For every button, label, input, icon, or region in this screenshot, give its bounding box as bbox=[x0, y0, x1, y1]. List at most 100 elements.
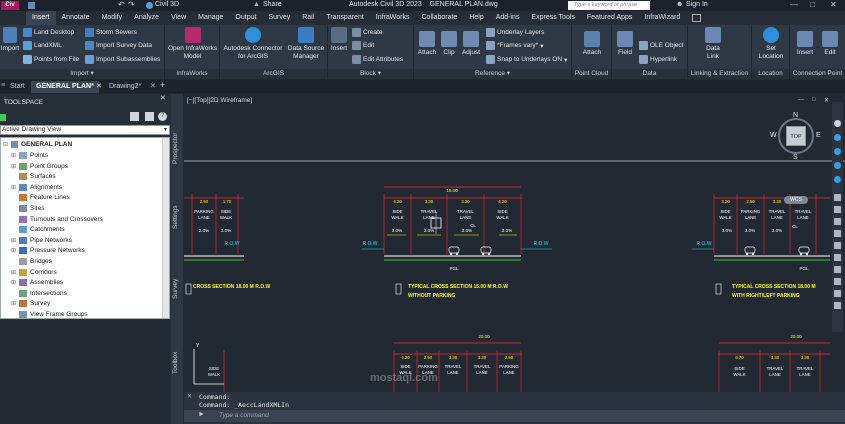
frames-vary-select[interactable]: *Frames vary* ▾ bbox=[486, 41, 543, 50]
connection-edit-button[interactable]: Edit bbox=[820, 31, 840, 57]
compass-west[interactable]: W bbox=[770, 132, 777, 139]
points-from-file-button[interactable]: Points from File bbox=[23, 55, 79, 64]
toolspace-toolbar-icon[interactable] bbox=[130, 112, 139, 121]
ole-object-button[interactable]: OLE Object bbox=[639, 41, 684, 50]
close-icon[interactable]: ✕ bbox=[830, 0, 837, 9]
set-location-button[interactable]: Set Location bbox=[754, 27, 788, 61]
nav-steering-wheel-icon[interactable] bbox=[834, 120, 841, 127]
tab-view[interactable]: View bbox=[165, 11, 192, 25]
toolspace-settings-icon[interactable] bbox=[145, 112, 154, 121]
tree-item-view-frame-groups[interactable]: View Frame Groups bbox=[11, 309, 88, 318]
tree-item-bridges[interactable]: Bridges bbox=[11, 256, 52, 267]
search-input[interactable]: Type a keyword or phrase bbox=[568, 1, 650, 10]
compass-east[interactable]: E bbox=[816, 132, 821, 139]
connection-insert-button[interactable]: Insert bbox=[794, 31, 816, 57]
tab-survey-side[interactable]: Survey bbox=[172, 279, 179, 299]
compass-north[interactable]: N bbox=[793, 112, 798, 119]
tab-analyze[interactable]: Analyze bbox=[128, 11, 165, 25]
toolspace-close-icon[interactable]: ✕ bbox=[160, 94, 166, 102]
maximize-icon[interactable]: □ bbox=[810, 0, 815, 9]
nav-tool-f-icon[interactable] bbox=[834, 254, 841, 261]
nav-tool-b-icon[interactable] bbox=[834, 206, 841, 213]
tab-add-ins[interactable]: Add-ins bbox=[490, 11, 526, 25]
undo-icon[interactable]: ↶ bbox=[118, 0, 125, 9]
nav-tool-g-icon[interactable] bbox=[834, 266, 841, 273]
viewport-close-icon[interactable]: ✕ bbox=[824, 97, 829, 104]
expand-icon[interactable]: ⊞ bbox=[11, 184, 19, 191]
tab-rail[interactable]: Rail bbox=[296, 11, 320, 25]
tree-item-points[interactable]: ⊞ Points bbox=[11, 150, 48, 161]
tree-item-surfaces[interactable]: Surfaces bbox=[11, 171, 56, 182]
nav-orbit-icon[interactable] bbox=[834, 162, 841, 169]
nav-showmotion-icon[interactable] bbox=[834, 176, 841, 183]
tab-featured-apps[interactable]: Featured Apps bbox=[581, 11, 639, 25]
adjust-button[interactable]: Adjust bbox=[460, 31, 482, 57]
command-close-icon[interactable]: ✕ bbox=[187, 393, 192, 400]
data-source-manager-button[interactable]: Data Source Manager bbox=[286, 27, 326, 61]
reference-panel-title[interactable]: Reference ▾ bbox=[414, 69, 571, 79]
tree-item-feature-lines[interactable]: Feature Lines bbox=[11, 192, 70, 203]
nav-tool-a-icon[interactable] bbox=[834, 194, 841, 201]
import-panel-title[interactable]: Import ▾ bbox=[0, 69, 164, 79]
tab-infraworks[interactable]: InfraWorks bbox=[370, 11, 416, 25]
sign-in-button[interactable]: Sign In bbox=[686, 1, 708, 8]
tab-settings[interactable]: Settings bbox=[172, 206, 179, 230]
expand-icon[interactable]: ⊞ bbox=[11, 279, 19, 286]
ribbon-toggle-icon[interactable] bbox=[692, 14, 702, 22]
nav-tool-i-icon[interactable] bbox=[834, 290, 841, 297]
underlay-layers-button[interactable]: Underlay Layers bbox=[486, 28, 544, 37]
save-icon[interactable] bbox=[28, 2, 35, 9]
storm-sewers-button[interactable]: Storm Sewers bbox=[85, 28, 137, 37]
tab-modify[interactable]: Modify bbox=[96, 11, 129, 25]
tab-prospector[interactable]: Prospector bbox=[172, 133, 179, 164]
tree-item-assemblies[interactable]: ⊞ Assemblies bbox=[11, 277, 63, 288]
tab-survey[interactable]: Survey bbox=[262, 11, 296, 25]
close-tab2-icon[interactable]: ✕ bbox=[150, 82, 156, 90]
expand-icon[interactable]: ⊞ bbox=[11, 300, 19, 307]
land-desktop-button[interactable]: Land Desktop bbox=[23, 28, 74, 37]
open-infraworks-model-button[interactable]: Open InfraWorks Model bbox=[167, 27, 218, 61]
tab-help[interactable]: Help bbox=[463, 11, 489, 25]
viewport-restore-icon[interactable]: □ bbox=[812, 97, 816, 103]
edit-attributes-button[interactable]: Edit Attributes bbox=[352, 55, 403, 64]
tree-item-intersections[interactable]: Intersections bbox=[11, 288, 67, 299]
tree-item-corridors[interactable]: ⊞ Corridors bbox=[11, 267, 57, 278]
import-survey-data-button[interactable]: Import Survey Data bbox=[85, 41, 152, 50]
app-logo[interactable]: Civ bbox=[1, 1, 19, 10]
import-subassemblies-button[interactable]: Import Subassemblies bbox=[85, 55, 160, 64]
tab-output[interactable]: Output bbox=[229, 11, 262, 25]
nav-tool-h-icon[interactable] bbox=[834, 278, 841, 285]
view-select[interactable]: Active Drawing View ▾ bbox=[0, 125, 170, 135]
expand-icon[interactable]: ⊞ bbox=[11, 163, 19, 170]
attach-point-cloud-button[interactable]: Attach bbox=[580, 31, 604, 57]
viewcube-top-face[interactable]: TOP bbox=[786, 126, 806, 146]
arcgis-connector-button[interactable]: Autodesk Connector for ArcGIS bbox=[222, 27, 284, 61]
expand-icon[interactable]: ⊞ bbox=[11, 269, 19, 276]
tree-item-alignments[interactable]: ⊞ Alignments bbox=[11, 182, 62, 193]
viewcube[interactable]: TOP N S W E WCS bbox=[770, 112, 821, 204]
insert-block-button[interactable]: Insert bbox=[328, 27, 350, 53]
tree-item-sites[interactable]: Sites bbox=[11, 203, 44, 214]
tab-toolbox[interactable]: Toolbox bbox=[172, 352, 179, 374]
tree-item-pipe-networks[interactable]: ⊞ Pipe Networks bbox=[11, 235, 72, 246]
tab-infrawizard[interactable]: InfraWizard bbox=[638, 11, 686, 25]
tree-root[interactable]: ⊟ GENERAL PLAN bbox=[3, 139, 72, 150]
tab-manage[interactable]: Manage bbox=[192, 11, 229, 25]
tab-insert[interactable]: Insert bbox=[26, 11, 56, 25]
create-block-button[interactable]: Create bbox=[352, 28, 383, 37]
edit-block-button[interactable]: Edit bbox=[352, 41, 374, 50]
command-input[interactable]: ► Type a command bbox=[184, 410, 845, 422]
clip-button[interactable]: Clip bbox=[440, 31, 458, 57]
nav-zoom-icon[interactable] bbox=[834, 148, 841, 155]
expand-icon[interactable]: ⊞ bbox=[11, 247, 19, 254]
minimize-icon[interactable]: — bbox=[790, 0, 798, 9]
tree-item-turnouts-and-crossovers[interactable]: Turnouts and Crossovers bbox=[11, 214, 103, 225]
tab-annotate[interactable]: Annotate bbox=[56, 11, 96, 25]
expand-icon[interactable]: ⊞ bbox=[11, 152, 19, 159]
block-panel-title[interactable]: Block ▾ bbox=[328, 69, 413, 79]
expand-icon[interactable]: ⊞ bbox=[11, 237, 19, 244]
tab-transparent[interactable]: Transparent bbox=[320, 11, 369, 25]
close-tab-icon[interactable]: ✕ bbox=[96, 82, 102, 90]
attach-reference-button[interactable]: Attach bbox=[416, 31, 438, 57]
drawing-canvas[interactable]: 15.00 4.20 SIDE WALK 3.30 TRAVEL LANE 3.30 TRAVE… bbox=[184, 94, 845, 392]
